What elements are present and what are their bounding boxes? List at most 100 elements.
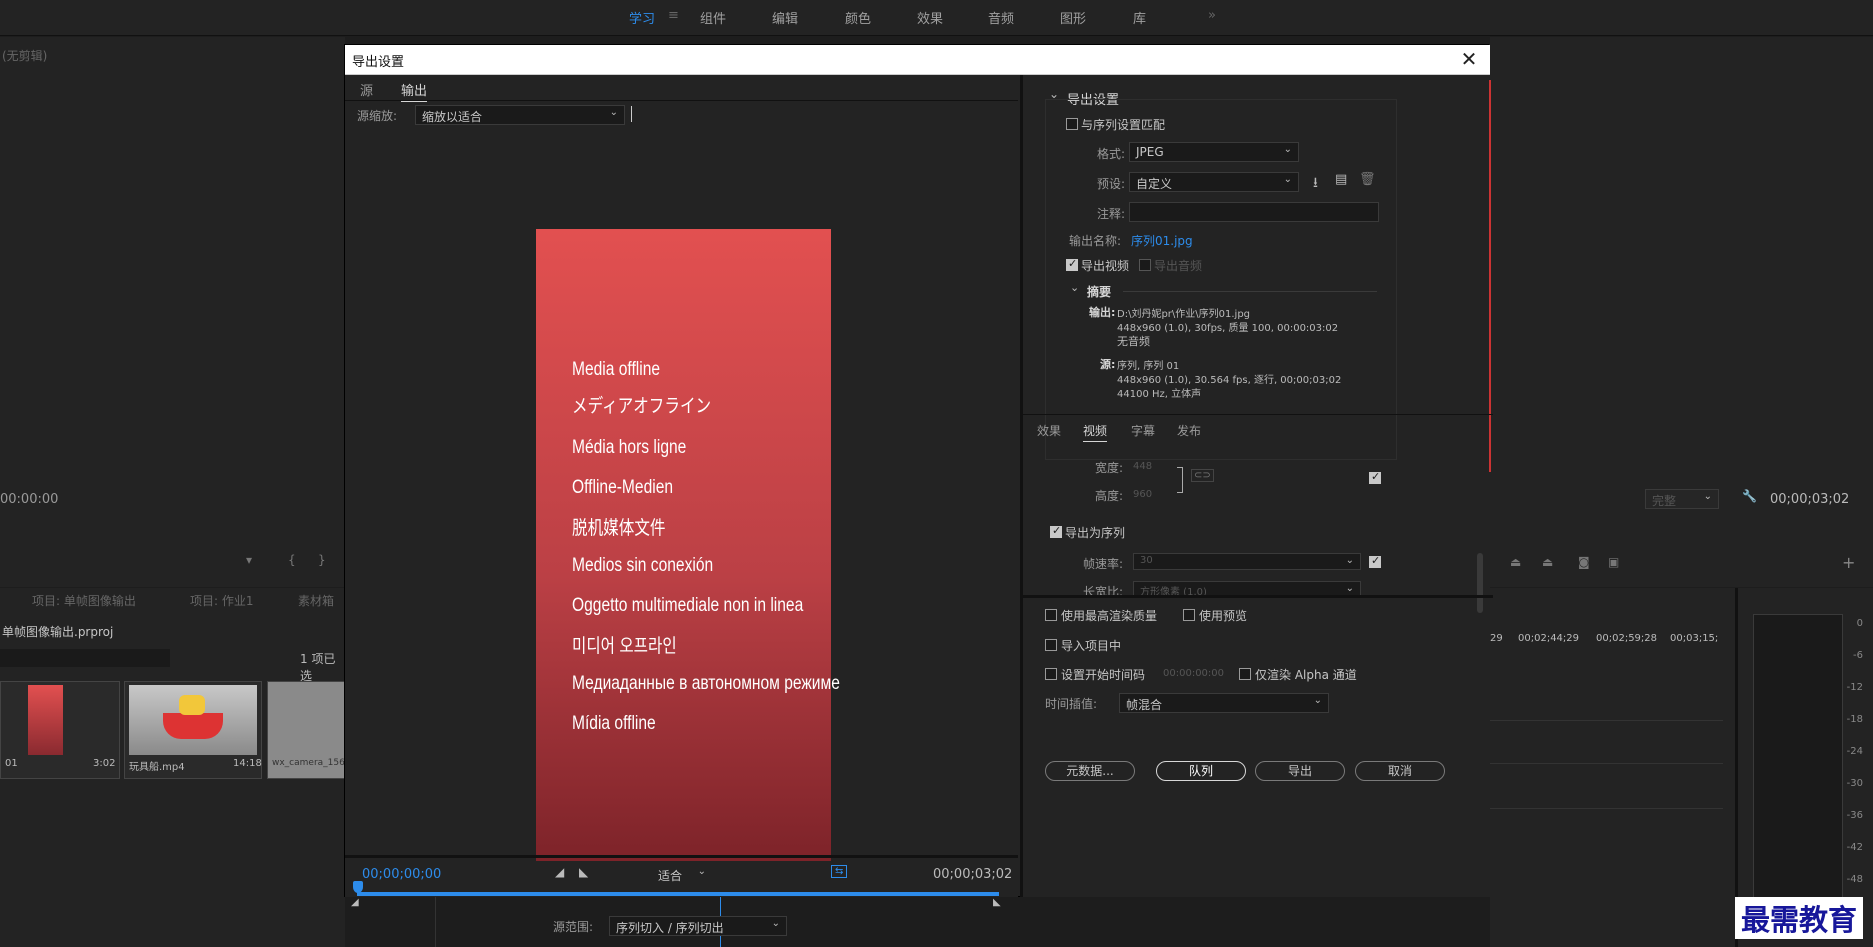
width-value[interactable]: 448 [1133, 461, 1152, 472]
workspace-tab-graphics[interactable]: 图形 [1060, 8, 1086, 27]
output-name-label: 输出名称: [1068, 234, 1121, 248]
comment-input[interactable] [1129, 202, 1379, 222]
summary-header[interactable]: 摘要 [1087, 283, 1111, 300]
height-value[interactable]: 960 [1133, 489, 1152, 500]
export-audio-checkbox[interactable] [1139, 259, 1151, 271]
queue-button[interactable]: 队列 [1156, 761, 1246, 781]
project-tab-homework[interactable]: 项目: 作业1 [190, 592, 254, 609]
bottom-divider [1023, 595, 1493, 598]
framerate-select[interactable]: 30 ⌄ [1133, 553, 1361, 570]
framerate-match-checkbox[interactable] [1369, 554, 1381, 568]
clip-duration: 14:18 [233, 758, 262, 769]
project-clip-sequence[interactable]: 01 3:02 [0, 681, 120, 779]
use-previews-label: 使用预览 [1199, 609, 1248, 623]
set-in-point-icon[interactable]: ◢ [555, 865, 564, 879]
delete-preset-icon[interactable]: 🗑 [1359, 172, 1376, 187]
save-preset-icon[interactable]: ⭳ [1313, 172, 1318, 196]
tab-source[interactable]: 源 [360, 80, 373, 99]
start-timecode-value[interactable]: 00:00:00:00 [1163, 668, 1224, 679]
camera-icon[interactable]: ◙ [1578, 555, 1590, 569]
timeline-tick: 00;02;59;28 [1596, 633, 1658, 644]
timecode-in[interactable]: 00;00;00;00 [362, 867, 441, 882]
start-timecode-checkbox[interactable] [1045, 668, 1057, 680]
preset-select[interactable]: 自定义 ⌄ [1129, 172, 1299, 192]
panel-divider [1735, 588, 1738, 947]
add-button-icon[interactable]: + [1842, 553, 1855, 572]
tab-captions[interactable]: 字幕 [1131, 422, 1155, 439]
playhead-handle[interactable] [353, 881, 363, 893]
project-panel: 项目: 单帧图像输出 项目: 作业1 素材箱 单帧图像输出.prproj 1 项… [0, 588, 345, 947]
wrench-icon[interactable]: 🔧 [1742, 489, 1757, 503]
media-offline-text: 미디어 오프라인 [572, 636, 677, 657]
media-offline-text: 脱机媒体文件 [572, 518, 666, 539]
metadata-button[interactable]: 元数据... [1045, 761, 1135, 781]
scrollbar-thumb[interactable] [1477, 553, 1483, 613]
tab-output[interactable]: 输出 [401, 80, 428, 102]
toy-boat-cabin [179, 695, 205, 715]
match-sequence-checkbox[interactable] [1066, 118, 1078, 130]
export-as-sequence-checkbox[interactable] [1050, 524, 1062, 538]
format-select[interactable]: JPEG ⌄ [1129, 142, 1299, 162]
project-clip-camera[interactable]: wx_camera_156 [267, 681, 345, 779]
aspect-correction-icon[interactable]: ⇆ [831, 865, 848, 878]
workspace-menu-icon[interactable]: ≡ [668, 8, 679, 23]
lift-icon[interactable]: ⏏ [1510, 555, 1521, 569]
start-timecode-label: 设置开始时间码 [1061, 668, 1146, 682]
chevron-down-icon[interactable]: ⌄ [1070, 281, 1079, 294]
alpha-only-checkbox[interactable] [1239, 668, 1251, 680]
summary-source-line: 44100 Hz, 立体声 [1117, 389, 1202, 400]
tab-video[interactable]: 视频 [1083, 422, 1108, 442]
summary-output-label: 输出: [1089, 306, 1116, 319]
set-out-point-icon[interactable]: ◣ [579, 865, 588, 879]
fit-select[interactable]: 适合 ⌄ [651, 864, 713, 884]
workspace-tab-effects[interactable]: 效果 [917, 8, 943, 27]
export-video-checkbox[interactable] [1066, 257, 1078, 271]
workspace-tab-libraries[interactable]: 库 [1133, 8, 1146, 27]
cancel-button[interactable]: 取消 [1355, 761, 1445, 781]
time-interp-select[interactable]: 帧混合 ⌄ [1119, 693, 1329, 713]
close-icon[interactable]: ✕ [1458, 47, 1480, 71]
match-source-checkbox[interactable] [1369, 470, 1381, 484]
source-monitor-title: (无剪辑) [2, 49, 48, 63]
import-preset-icon[interactable]: ▤ [1335, 172, 1347, 187]
workspace-tab-color[interactable]: 颜色 [845, 8, 871, 27]
export-as-sequence-label: 导出为序列 [1065, 526, 1126, 540]
workspace-tab-assembly[interactable]: 组件 [700, 8, 726, 27]
video-settings-scroll[interactable]: 宽度: 448 高度: 960 ⊂⊃ 导出为序列 帧速率: 30⌄ 长宽比: 方… [1023, 443, 1493, 595]
marker-icon[interactable]: ▾ [246, 553, 252, 567]
extract-icon[interactable]: ⏏ [1542, 555, 1553, 569]
tab-effects[interactable]: 效果 [1037, 422, 1061, 439]
tab-publish[interactable]: 发布 [1177, 422, 1201, 439]
text-cursor [631, 106, 632, 122]
range-out-handle[interactable]: ◣ [993, 897, 1001, 908]
source-scale-select[interactable]: 缩放以适合 ⌄ [415, 105, 625, 125]
project-tab-bin[interactable]: 素材箱 [298, 592, 334, 609]
max-render-checkbox[interactable] [1045, 609, 1057, 621]
meter-tick: -48 [1846, 874, 1863, 885]
workspace-overflow-icon[interactable]: » [1208, 8, 1216, 23]
import-project-checkbox[interactable] [1045, 639, 1057, 651]
project-tab-single-frame[interactable]: 项目: 单帧图像输出 [32, 592, 136, 609]
workspace-tab-editing[interactable]: 编辑 [772, 8, 798, 27]
aspect-select[interactable]: 方形像素 (1.0) ⌄ [1133, 581, 1361, 595]
project-search-input[interactable] [0, 649, 170, 667]
source-range-bar[interactable] [357, 892, 999, 896]
program-timecode: 00;00;03;02 [1770, 492, 1850, 507]
workspace-tab-audio[interactable]: 音频 [988, 8, 1014, 27]
mark-in-icon[interactable]: { [288, 553, 296, 567]
mark-out-icon[interactable]: } [318, 553, 326, 567]
output-name-link[interactable]: 序列01.jpg [1131, 232, 1193, 249]
chevron-down-icon: ⌄ [1345, 583, 1354, 594]
export-button[interactable]: 导出 [1255, 761, 1345, 781]
workspace-tab-learn[interactable]: 学习 [629, 8, 655, 27]
program-fit-select[interactable]: 完整 ⌄ [1645, 489, 1719, 509]
compare-icon[interactable]: ▣ [1608, 555, 1619, 569]
chevron-down-icon: ⌄ [1283, 174, 1292, 185]
range-in-handle[interactable]: ◢ [351, 897, 359, 908]
toy-boat-shape [163, 713, 223, 739]
project-clip-toy-boat[interactable]: 玩具船.mp4 14:18 [124, 681, 262, 779]
use-previews-checkbox[interactable] [1183, 609, 1195, 621]
output-preview-frame: Media offline メディアオフライン Média hors ligne… [536, 229, 840, 861]
link-icon[interactable]: ⊂⊃ [1191, 469, 1214, 482]
source-range-select[interactable]: 序列切入 / 序列切出 ⌄ [609, 916, 787, 936]
